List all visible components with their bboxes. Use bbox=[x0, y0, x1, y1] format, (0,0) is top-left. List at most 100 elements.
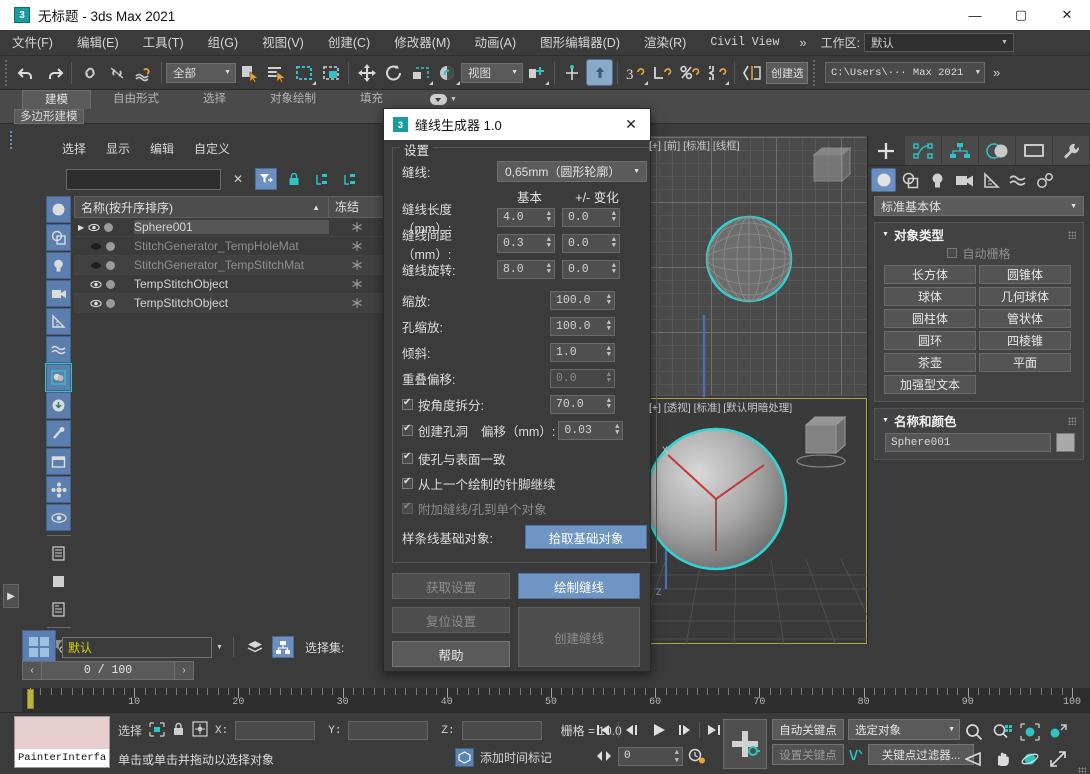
next-frame-icon[interactable] bbox=[673, 719, 697, 741]
freeze-toggle-icon[interactable] bbox=[329, 221, 385, 233]
systems-icon[interactable] bbox=[1033, 168, 1058, 192]
get-settings-button[interactable]: 获取设置 bbox=[392, 573, 510, 599]
tab-create[interactable] bbox=[868, 136, 905, 165]
table-row[interactable]: StitchGenerator_TempStitchMat bbox=[74, 256, 385, 275]
unlink-selection-icon[interactable] bbox=[103, 59, 130, 86]
ref-coord-system-combo[interactable]: 视图 ▼ bbox=[461, 62, 523, 83]
menu-animation[interactable]: 动画(A) bbox=[462, 30, 528, 56]
menu-create[interactable]: 创建(C) bbox=[316, 30, 382, 56]
percent-snap-toggle-icon[interactable] bbox=[676, 59, 703, 86]
freeze-toggle-icon[interactable] bbox=[329, 278, 385, 290]
angle-snap-toggle-icon[interactable]: 3 bbox=[622, 59, 649, 86]
maximize-button[interactable]: ▢ bbox=[998, 0, 1044, 30]
key-mode-toggle-icon[interactable] bbox=[592, 745, 616, 767]
ribbon-tab-freeform[interactable]: 自由形式 bbox=[91, 90, 181, 109]
filter-helpers-icon[interactable] bbox=[46, 308, 71, 335]
minimize-button[interactable]: — bbox=[952, 0, 998, 30]
auto-key-button[interactable]: 自动关键点 bbox=[772, 719, 844, 740]
frame-display[interactable]: 0 / 100 bbox=[42, 661, 174, 680]
select-and-link-icon[interactable] bbox=[76, 59, 103, 86]
filter-groups-icon[interactable] bbox=[45, 363, 72, 392]
viewport-label[interactable]: [+] [透视] [标准] [默认明暗处理] bbox=[649, 400, 792, 415]
spinner-icon[interactable]: ▲ ▼ bbox=[612, 263, 616, 276]
stitch-rotation-base-input[interactable]: 8.0 ▲ ▼ bbox=[497, 260, 555, 279]
create-selection-set-button[interactable]: 创建选择集 bbox=[766, 61, 808, 84]
create-plane-button[interactable]: 平面 bbox=[979, 353, 1071, 372]
bind-to-space-warp-icon[interactable] bbox=[130, 59, 157, 86]
zoom-all-icon[interactable] bbox=[990, 721, 1014, 742]
spinner-icon[interactable]: ▲ ▼ bbox=[607, 398, 611, 411]
table-row[interactable]: TempStitchObject bbox=[74, 275, 385, 294]
tab-utilities[interactable] bbox=[1053, 136, 1090, 165]
create-geosphere-button[interactable]: 几何球体 bbox=[979, 287, 1071, 306]
key-filters-icon[interactable] bbox=[848, 747, 864, 763]
filter-cameras-icon[interactable] bbox=[46, 280, 71, 307]
filter-shapes-icon[interactable] bbox=[46, 224, 71, 251]
stitch-rotation-variation-input[interactable]: 0.0 ▲ ▼ bbox=[562, 260, 620, 279]
eye-icon[interactable] bbox=[90, 299, 102, 308]
menu-rendering[interactable]: 渲染(R) bbox=[632, 30, 698, 56]
filter-visibility-icon[interactable] bbox=[46, 504, 71, 531]
layer-stack-icon[interactable] bbox=[244, 636, 266, 658]
select-and-manipulate-icon[interactable] bbox=[559, 59, 586, 86]
z-coordinate-input[interactable] bbox=[461, 721, 542, 740]
freeze-toggle-icon[interactable] bbox=[329, 259, 385, 271]
table-row[interactable]: ▶ Sphere001 bbox=[74, 218, 385, 237]
redo-icon[interactable] bbox=[40, 59, 67, 86]
stitch-length-base-input[interactable]: 4.0 ▲ ▼ bbox=[497, 208, 555, 227]
layer-combo[interactable]: 默认 bbox=[62, 636, 212, 658]
stitch-spacing-base-input[interactable]: 0.3 ▲ ▼ bbox=[497, 234, 555, 253]
field-of-view-icon[interactable] bbox=[962, 748, 986, 769]
toolbar-grip[interactable] bbox=[3, 59, 10, 86]
explorer-menu-edit[interactable]: 编辑 bbox=[150, 140, 174, 157]
x-coordinate-input[interactable] bbox=[235, 721, 316, 740]
dialog-close-button[interactable]: ✕ bbox=[612, 109, 650, 140]
ribbon-tab-selection[interactable]: 选择 bbox=[181, 90, 248, 109]
lock-icon[interactable] bbox=[283, 168, 305, 190]
conform-holes-checkbox[interactable] bbox=[402, 451, 413, 464]
eye-closed-icon[interactable] bbox=[90, 261, 102, 270]
hole-scale-input[interactable]: 100.0 ▲ ▼ bbox=[550, 317, 615, 336]
expand-triangle-icon[interactable]: ▶ bbox=[78, 223, 84, 232]
menu-file[interactable]: 文件(F) bbox=[0, 30, 65, 56]
toolbar-grip-2[interactable] bbox=[811, 59, 818, 86]
spinner-icon[interactable]: ▲ ▼ bbox=[547, 263, 551, 276]
lights-icon[interactable] bbox=[925, 168, 950, 192]
eye-icon[interactable] bbox=[88, 223, 100, 232]
spinner-icon[interactable]: ▲ ▼ bbox=[612, 237, 616, 250]
menu-overflow-icon[interactable]: » bbox=[791, 35, 814, 50]
table-row[interactable]: TempStitchObject bbox=[74, 294, 385, 313]
spinner-icon[interactable]: ▲ ▼ bbox=[675, 749, 679, 765]
create-teapot-button[interactable]: 茶壶 bbox=[884, 353, 976, 372]
explorer-menu-customize[interactable]: 自定义 bbox=[194, 140, 230, 157]
spinner-icon[interactable]: ▲ ▼ bbox=[607, 294, 611, 307]
ribbon-tab-modeling[interactable]: 建模 bbox=[22, 90, 91, 109]
clear-search-icon[interactable]: ✕ bbox=[227, 168, 249, 190]
geometry-icon[interactable] bbox=[871, 168, 896, 192]
spinner-snap-toggle-icon[interactable] bbox=[649, 59, 676, 86]
menu-group[interactable]: 组(G) bbox=[196, 30, 251, 56]
menu-civil-view[interactable]: Civil View bbox=[698, 30, 791, 56]
perspective-viewport[interactable]: [+] [透视] [标准] [默认明暗处理] Z X bbox=[645, 398, 868, 645]
filter-space-warps-icon[interactable] bbox=[46, 336, 71, 363]
eye-closed-icon[interactable] bbox=[90, 242, 102, 251]
spinner-icon[interactable]: ▲ ▼ bbox=[607, 320, 611, 333]
toolbar-overflow-icon[interactable]: » bbox=[985, 65, 1008, 80]
ribbon-tab-populate[interactable]: 填充 bbox=[338, 90, 405, 109]
absolute-relative-transform-icon[interactable] bbox=[192, 721, 208, 740]
eye-icon[interactable] bbox=[90, 280, 102, 289]
column-name[interactable]: 名称(按升序排序) bbox=[75, 199, 312, 216]
menu-views[interactable]: 视图(V) bbox=[250, 30, 316, 56]
expand-strip-button[interactable]: ▶ bbox=[3, 584, 19, 608]
close-button[interactable]: ✕ bbox=[1044, 0, 1090, 30]
window-crossing-toggle-icon[interactable] bbox=[317, 59, 344, 86]
project-path-combo[interactable]: C:\Users\··· Max 2021 ▼ bbox=[825, 62, 985, 83]
object-category-combo[interactable]: 标准基本体 ▼ bbox=[874, 196, 1084, 216]
filter-bones-icon[interactable] bbox=[46, 420, 71, 447]
y-coordinate-input[interactable] bbox=[348, 721, 429, 740]
create-cylinder-button[interactable]: 圆柱体 bbox=[884, 309, 976, 328]
selection-filter-combo[interactable]: 全部 ▼ bbox=[166, 62, 236, 83]
selection-lock-icon[interactable] bbox=[172, 722, 185, 740]
search-input[interactable] bbox=[66, 168, 221, 190]
pick-base-object-button[interactable]: 拾取基础对象 bbox=[525, 525, 647, 549]
